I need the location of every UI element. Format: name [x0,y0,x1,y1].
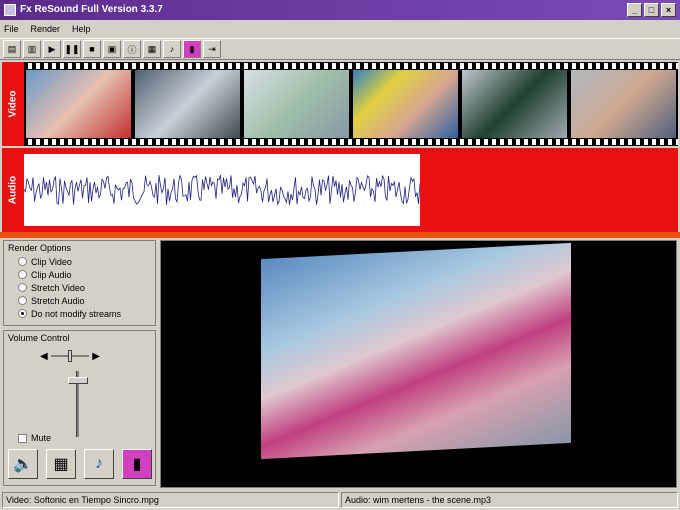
radio-circle[interactable] [18,257,27,266]
app-window: Fx ReSound Full Version 3.3.7 _ □ × File… [0,0,680,510]
pause-icon[interactable]: ❚❚ [63,40,81,58]
close-button[interactable]: × [661,3,676,17]
status-video: Video: Softonic en Tiempo Sincro.mpg [2,492,339,508]
video-file-button[interactable]: ▦ [46,449,76,479]
volume-control-title: Volume Control [8,333,70,343]
volume-slider[interactable] [66,371,90,437]
filmstrip-icon: ▮ [132,456,142,473]
video-frames [24,70,678,138]
title-bar: Fx ReSound Full Version 3.3.7 _ □ × [0,0,680,20]
volume-control-panel: Volume Control ◀ ▶ Mute 🔈 ▦ ♪ ▮ [3,330,156,486]
video-frame [353,70,458,138]
action-buttons: 🔈 ▦ ♪ ▮ [8,449,152,479]
radio-stretch-audio[interactable]: Stretch Audio [8,294,151,307]
microphone-icon: ♪ [95,455,103,472]
microphone-button[interactable]: ♪ [84,449,114,479]
speaker-left-icon: ◀ [40,350,48,362]
status-audio: Audio: wim mertens - the scene.mp3 [341,492,678,508]
toolbar: ▤ ▥ ▶ ❚❚ ■ ▣ ⓘ ▦ ♪ ▮ ⇥ [0,38,680,60]
filmstrip-button[interactable]: ▮ [122,449,152,479]
preview-frame [261,242,571,460]
video-frame [26,70,131,138]
radio-circle[interactable] [18,296,27,305]
open-audio-icon[interactable]: ▥ [23,40,41,58]
menu-render[interactable]: Render [31,24,61,34]
mute-checkbox[interactable] [18,433,27,443]
mute-label: Mute [31,433,52,443]
render-options-title: Render Options [8,243,72,253]
radio-stretch-video[interactable]: Stretch Video [8,281,151,294]
status-bar: Video: Softonic en Tiempo Sincro.mpg Aud… [0,490,680,510]
save-icon[interactable]: ▣ [103,40,121,58]
video-strip-label: Video [2,62,24,146]
divider-bar [0,232,680,238]
speaker-right-icon: ▶ [92,350,100,362]
window-title: Fx ReSound Full Version 3.3.7 [20,4,163,15]
menu-bar: File Render Help [0,20,680,38]
balance-thumb[interactable] [68,350,73,362]
microphone-icon[interactable]: ♪ [163,40,181,58]
minimize-button[interactable]: _ [627,3,642,17]
stop-icon[interactable]: ■ [83,40,101,58]
balance-track [50,350,90,362]
render-options-panel: Render Options Clip Video Clip Audio Str… [3,240,156,326]
balance-slider[interactable]: ◀ ▶ [40,349,100,363]
menu-help[interactable]: Help [72,24,91,34]
info-icon[interactable]: ⓘ [123,40,141,58]
window-controls: _ □ × [627,3,676,17]
audio-strip-label: Audio [2,148,24,232]
export-icon[interactable]: ⇥ [203,40,221,58]
sprocket-holes-bottom [24,139,678,145]
open-video-icon[interactable]: ▤ [3,40,21,58]
volume-thumb[interactable] [68,377,88,384]
mute-checkbox-row[interactable]: Mute [18,433,51,443]
speaker-icon: 🔈 [13,456,33,473]
audio-strip[interactable]: Audio [2,148,678,232]
document-icon[interactable]: ▦ [143,40,161,58]
waveform-line [23,174,421,206]
radio-clip-audio[interactable]: Clip Audio [8,268,151,281]
radio-circle[interactable] [18,283,27,292]
radio-clip-video[interactable]: Clip Video [8,255,151,268]
sprocket-holes-top [24,63,678,69]
play-icon[interactable]: ▶ [43,40,61,58]
video-frame [244,70,349,138]
speaker-button[interactable]: 🔈 [8,449,38,479]
radio-do-not-modify[interactable]: Do not modify streams [8,307,151,320]
maximize-button[interactable]: □ [644,3,659,17]
app-icon [4,4,16,16]
video-file-icon: ▦ [53,456,69,473]
audio-waveform [23,154,421,226]
video-strip[interactable]: Video [2,62,678,146]
radio-circle-selected[interactable] [18,309,27,318]
video-frame [462,70,567,138]
video-frame [571,70,676,138]
video-preview [160,240,677,488]
film-icon[interactable]: ▮ [183,40,201,58]
radio-circle[interactable] [18,270,27,279]
menu-file[interactable]: File [4,24,19,34]
video-frame [135,70,240,138]
